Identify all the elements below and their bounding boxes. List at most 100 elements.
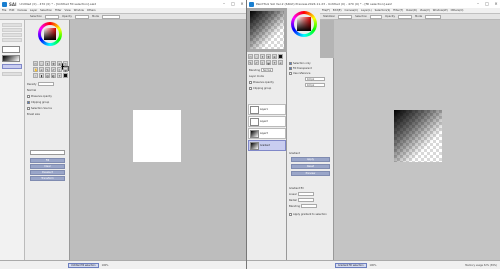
layer-option-row[interactable] (2, 33, 22, 37)
blending-select[interactable] (301, 204, 317, 208)
bucket-tool-icon[interactable]: ◒ (63, 67, 68, 72)
lasso-tool-icon[interactable]: ◌ (39, 61, 44, 66)
magic-wand-icon[interactable]: ✦ (45, 61, 50, 66)
layer-row[interactable]: Layer3 (248, 128, 286, 139)
eraser-tool-icon[interactable]: ▯ (260, 60, 265, 65)
text-tool-icon[interactable]: T (57, 73, 62, 78)
menu-filter[interactable]: Filter (55, 9, 61, 12)
left-title-bar[interactable]: SAI Untitled (0) - 470 (0) * - [Untitled… (0, 0, 246, 8)
layer-thumbnail[interactable] (2, 46, 20, 53)
marker-icon[interactable]: ▮ (39, 73, 44, 78)
selected-layer-row[interactable]: Gradient (248, 140, 286, 151)
layer-thumbnail[interactable] (2, 55, 20, 62)
selection-field[interactable] (44, 14, 59, 19)
selected-layer-row[interactable] (2, 64, 22, 69)
selection-tool-icon[interactable]: ▭ (33, 61, 38, 66)
magic-wand-icon[interactable]: ✦ (260, 54, 265, 59)
value-field-1[interactable]: 0.0 px (305, 77, 325, 81)
layer-option-row[interactable] (2, 38, 22, 42)
selection-source-field[interactable] (30, 150, 65, 155)
menu-edit[interactable]: Edit(E) (333, 9, 342, 12)
use-reference-checkbox[interactable] (289, 71, 292, 75)
eyedropper-icon[interactable]: ⌀ (39, 67, 44, 72)
zoom-tool-icon[interactable]: ⊕ (272, 54, 277, 59)
menu-view[interactable]: View (65, 9, 71, 12)
menu-canvas[interactable]: Canvas (17, 9, 27, 12)
stabilizer-field[interactable] (338, 14, 353, 19)
mode-select[interactable] (425, 14, 442, 19)
apply-gradient-checkbox[interactable] (289, 212, 292, 216)
menu-layer[interactable]: Layer(L) (361, 9, 372, 12)
foreground-color-swatch[interactable] (278, 54, 283, 59)
maximize-button[interactable]: □ (230, 1, 236, 6)
canvas-document[interactable] (394, 110, 442, 162)
left-canvas-area[interactable] (70, 20, 246, 260)
saturation-value-square[interactable] (44, 28, 56, 40)
selection-field[interactable] (370, 14, 383, 19)
menu-window[interactable]: Window(W) (433, 9, 448, 12)
minimize-button[interactable]: – (221, 1, 227, 6)
menu-others[interactable]: Others (87, 9, 96, 12)
right-title-bar[interactable]: PaintTool SAI Ver.2 (64bit) Preview.2024… (247, 0, 500, 8)
document-tab[interactable]: Gradient fill selection (335, 262, 367, 268)
layer-row[interactable] (2, 72, 22, 76)
menu-edit[interactable]: Edit (9, 9, 14, 12)
minimize-button[interactable]: – (475, 1, 481, 6)
menu-view[interactable]: View(V) (420, 9, 430, 12)
close-button[interactable]: × (239, 1, 245, 6)
zoom-tool-icon[interactable]: ⊕ (57, 61, 62, 66)
watercolor-icon[interactable]: ◍ (45, 73, 50, 78)
hand-tool-icon[interactable]: ✋ (33, 67, 38, 72)
brush-tool-icon[interactable]: ✐ (254, 60, 259, 65)
clipping-checkbox[interactable] (249, 86, 252, 90)
move-tool-icon[interactable]: ✥ (266, 54, 271, 59)
value-field-2[interactable]: 0.0 px (305, 83, 325, 87)
brush-tool-icon[interactable]: ✐ (51, 67, 56, 72)
selection-tool-icon[interactable]: ▭ (248, 54, 253, 59)
clear-button[interactable]: Clear (30, 164, 65, 169)
density-slider[interactable] (37, 82, 54, 86)
canvas-document[interactable] (133, 110, 181, 162)
close-button[interactable]: × (493, 1, 499, 6)
selection-only-checkbox[interactable] (289, 61, 292, 65)
right-canvas-area[interactable] (334, 20, 500, 260)
deselect-button[interactable]: Deselect (30, 170, 65, 175)
blending-select[interactable]: Normal (261, 68, 273, 72)
sample-checkbox[interactable] (27, 106, 30, 110)
layer-row[interactable]: Layer2 (248, 116, 286, 127)
reset-button[interactable]: Reset (291, 164, 330, 169)
airbrush-icon[interactable]: ◦ (33, 73, 38, 78)
clipping-checkbox[interactable] (27, 100, 30, 104)
text-tool-icon[interactable]: T (272, 60, 277, 65)
menu-file[interactable]: File(F) (322, 9, 330, 12)
menu-canvas[interactable]: Canvas(C) (345, 9, 358, 12)
linear-select[interactable] (297, 192, 314, 196)
opacity-field[interactable] (398, 14, 413, 19)
pen-tool-icon[interactable]: ✎ (45, 67, 50, 72)
fill-button[interactable]: Fill (30, 158, 65, 163)
radial-select[interactable] (297, 198, 314, 202)
menu-window[interactable]: Window (74, 9, 84, 12)
opacity-field[interactable] (74, 14, 89, 19)
layer-option-row[interactable] (2, 28, 22, 32)
fill-transparent-checkbox[interactable] (289, 66, 292, 70)
move-tool-icon[interactable]: ✥ (51, 61, 56, 66)
mode-select[interactable] (102, 14, 121, 19)
gradient-tool-icon[interactable] (63, 73, 68, 78)
apply-button[interactable]: Apply (291, 157, 330, 162)
menu-ruler[interactable]: Ruler(R) (406, 9, 417, 12)
navigator-preview[interactable] (247, 8, 287, 52)
menu-layer[interactable]: Layer (30, 9, 37, 12)
menu-file[interactable]: File (2, 9, 6, 12)
lasso-tool-icon[interactable]: ◌ (254, 54, 259, 59)
pen-tool-icon[interactable]: ✎ (248, 60, 253, 65)
maximize-button[interactable]: □ (484, 1, 490, 6)
layer-option-row[interactable] (2, 23, 22, 27)
rotate-tool-icon[interactable]: ↻ (63, 61, 68, 66)
menu-others[interactable]: Others(O) (451, 9, 464, 12)
blur-icon[interactable]: ◐ (51, 73, 56, 78)
menu-filter[interactable]: Filter(T) (393, 9, 403, 12)
menu-selection[interactable]: Selection(S) (375, 9, 391, 12)
transform-button[interactable]: Transform (30, 176, 65, 181)
eraser-tool-icon[interactable]: ▯ (57, 67, 62, 72)
